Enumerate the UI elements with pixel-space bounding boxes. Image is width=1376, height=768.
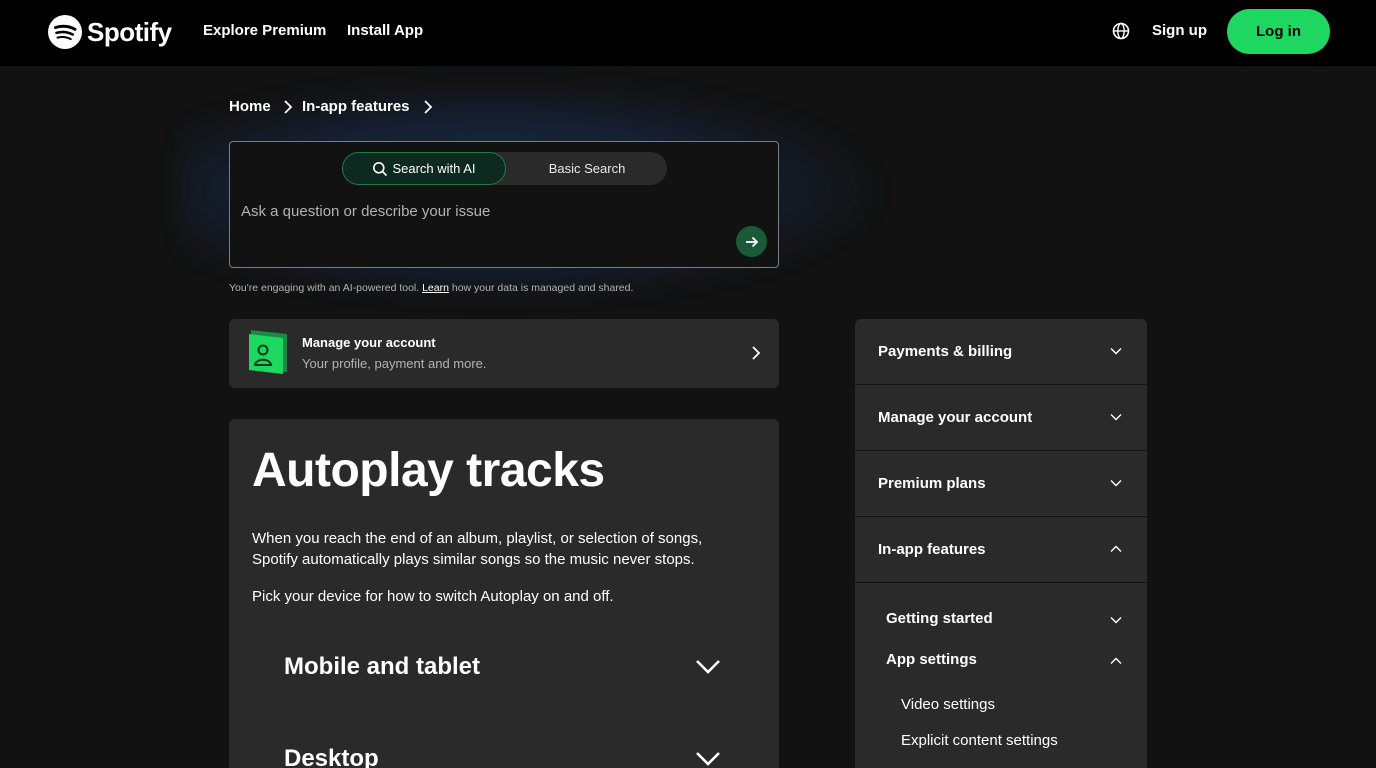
chevron-up-icon — [1110, 657, 1122, 664]
device-mobile-and-tablet[interactable]: Mobile and tablet — [284, 653, 724, 693]
account-card-icon — [249, 330, 287, 374]
chevron-right-icon — [284, 100, 293, 114]
brand-name: Spotify — [87, 16, 172, 47]
login-button[interactable]: Log in — [1227, 9, 1330, 54]
sidebar-item-manage-account[interactable]: Manage your account — [855, 385, 1147, 451]
sidebar-subitem-label: Getting started — [886, 610, 993, 627]
sidebar-subitem-label: App settings — [886, 651, 977, 668]
search-mode-toggle: Search with AI Basic Search — [342, 152, 667, 185]
chevron-right-icon — [424, 100, 433, 114]
account-card-title: Manage your account — [302, 335, 436, 350]
sidebar-item-label: Premium plans — [878, 475, 986, 492]
sidebar-link-video-settings[interactable]: Video settings — [901, 696, 995, 713]
sidebar-item-premium-plans[interactable]: Premium plans — [855, 451, 1147, 517]
ai-disclaimer: You're engaging with an AI-powered tool.… — [229, 282, 633, 294]
arrow-right-icon — [745, 236, 758, 247]
sidebar-item-label: Payments & billing — [878, 343, 1013, 360]
article-intro: When you reach the end of an album, play… — [252, 530, 703, 568]
sidebar-link-explicit-content-settings[interactable]: Explicit content settings — [901, 732, 1058, 749]
spotify-logo-icon — [48, 15, 82, 49]
article-title: Autoplay tracks — [252, 444, 605, 497]
device-label: Mobile and tablet — [284, 653, 481, 680]
search-icon — [373, 161, 388, 176]
sidebar-subitem-getting-started[interactable]: Getting started — [855, 606, 1147, 636]
nav-install-app[interactable]: Install App — [347, 22, 423, 39]
help-topics-sidebar: Payments & billing Manage your account P… — [855, 319, 1147, 768]
manage-account-card[interactable]: Manage your account Your profile, paymen… — [229, 319, 779, 388]
signup-link[interactable]: Sign up — [1152, 22, 1207, 39]
sidebar-item-label: In-app features — [878, 541, 986, 558]
disclaimer-text: You're engaging with an AI-powered tool. — [229, 282, 423, 294]
spotify-logo[interactable]: Spotify — [48, 15, 172, 49]
search-panel: Search with AI Basic Search — [229, 141, 779, 268]
device-label: Desktop — [284, 745, 379, 768]
sidebar-item-in-app-features[interactable]: In-app features — [855, 517, 1147, 583]
chevron-down-icon — [1110, 414, 1122, 421]
sidebar-item-label: Manage your account — [878, 409, 1033, 426]
chevron-down-icon — [1110, 480, 1122, 487]
chevron-down-icon — [1110, 617, 1122, 624]
tab-search-with-ai-label: Search with AI — [392, 161, 476, 176]
learn-link[interactable]: Learn — [422, 282, 449, 294]
breadcrumb-home[interactable]: Home — [229, 98, 271, 115]
breadcrumb-in-app-features[interactable]: In-app features — [302, 98, 410, 115]
nav-explore-premium[interactable]: Explore Premium — [203, 22, 326, 39]
disclaimer-text-end: how your data is managed and shared. — [448, 282, 634, 294]
globe-icon[interactable] — [1111, 21, 1131, 41]
chevron-right-icon — [752, 346, 761, 360]
chevron-down-icon — [696, 752, 720, 766]
ask-question-input[interactable] — [241, 200, 721, 222]
sidebar-subitem-app-settings[interactable]: App settings — [855, 647, 1147, 677]
account-card-subtitle: Your profile, payment and more. — [302, 356, 487, 371]
chevron-up-icon — [1110, 545, 1122, 552]
chevron-down-icon — [696, 660, 720, 674]
article-panel: Autoplay tracks When you reach the end o… — [229, 419, 779, 768]
tab-search-with-ai[interactable]: Search with AI — [342, 152, 506, 185]
top-navigation-bar: Spotify Explore Premium Install App Sign… — [0, 0, 1376, 66]
submit-question-button[interactable] — [736, 226, 767, 257]
sidebar-item-payments-billing[interactable]: Payments & billing — [855, 319, 1147, 385]
tab-basic-search[interactable]: Basic Search — [512, 152, 662, 185]
article-instruction: Pick your device for how to switch Autop… — [252, 588, 614, 605]
chevron-down-icon — [1110, 348, 1122, 355]
device-desktop[interactable]: Desktop — [284, 745, 724, 768]
